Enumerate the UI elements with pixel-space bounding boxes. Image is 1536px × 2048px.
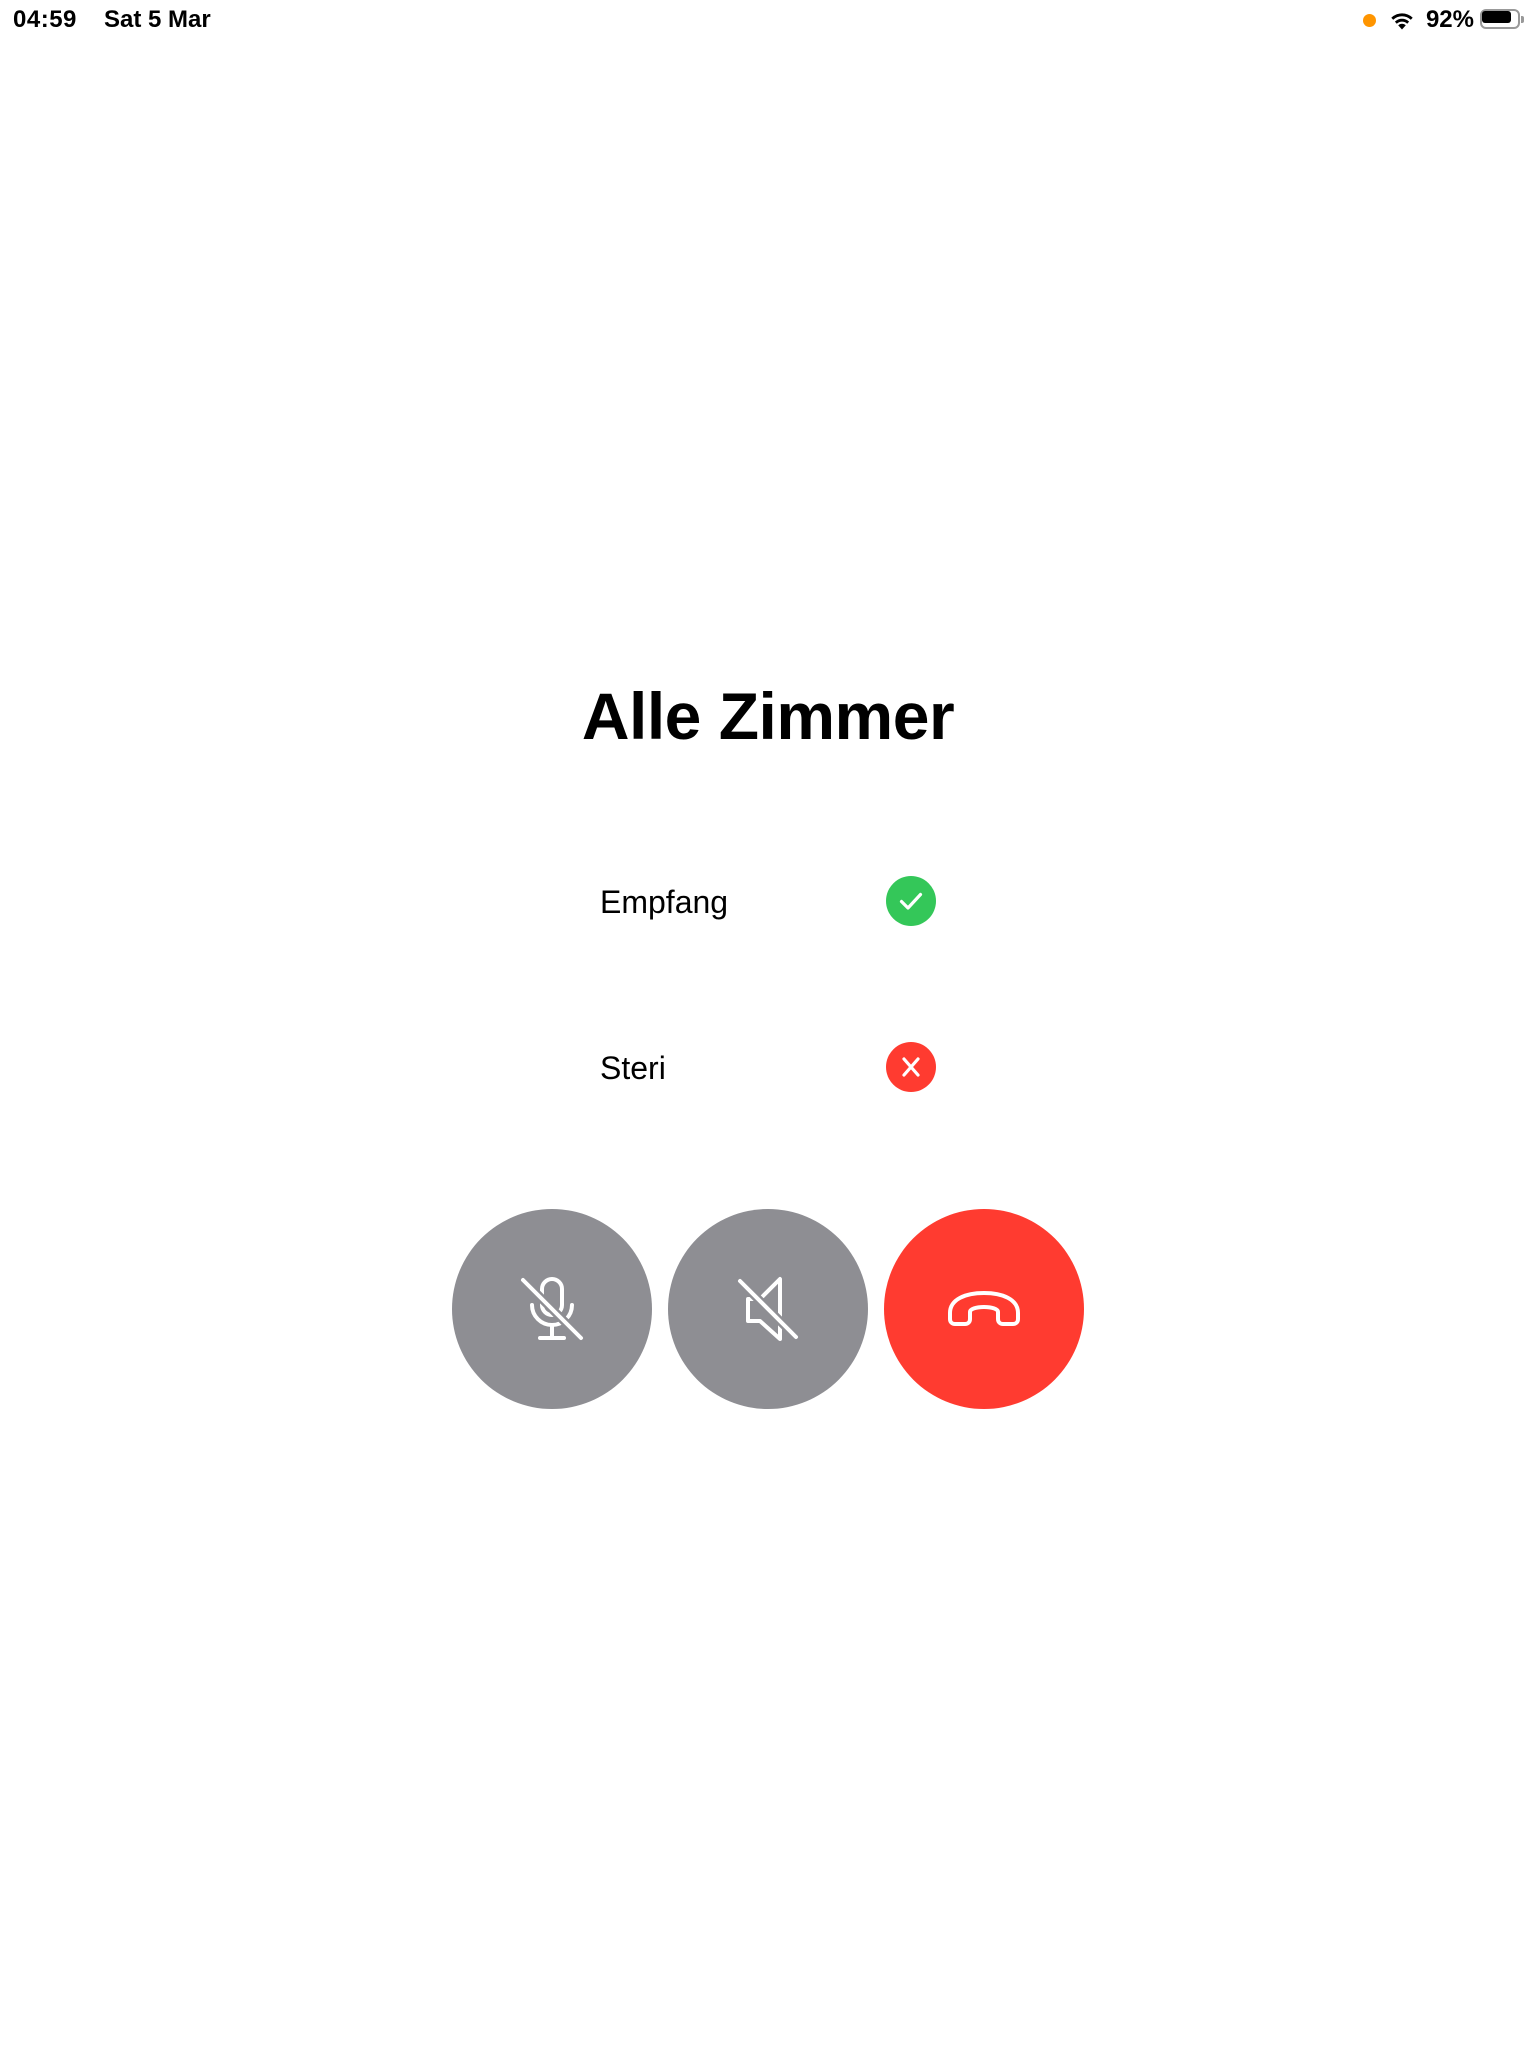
wifi-icon — [1391, 13, 1413, 30]
mute-microphone-button[interactable] — [452, 1209, 652, 1409]
status-indicators: 92% — [1362, 5, 1526, 35]
participant-name: Steri — [600, 1050, 666, 1086]
participant-name: Empfang — [600, 884, 729, 920]
mute-speaker-button[interactable] — [668, 1209, 868, 1409]
participant-row: Empfang — [600, 876, 940, 932]
participant-row: Steri — [600, 1042, 940, 1098]
phone-down-icon — [948, 1291, 1020, 1326]
speaker-slash-icon — [735, 1276, 801, 1342]
call-controls — [452, 1209, 1084, 1409]
battery-icon — [1480, 9, 1526, 31]
battery-percentage: 92% — [1425, 6, 1474, 33]
call-title: Alle Zimmer — [581, 679, 955, 753]
status-time: 04:59 — [13, 6, 77, 33]
privacy-indicator-dot — [1362, 13, 1376, 27]
xmark-icon — [886, 1042, 936, 1092]
status-date: Sat 5 Mar — [104, 6, 211, 33]
checkmark-icon — [886, 876, 936, 926]
status-bar: 04:59 Sat 5 Mar 92% — [0, 0, 1536, 40]
microphone-slash-icon — [518, 1275, 586, 1343]
end-call-button[interactable] — [884, 1209, 1084, 1409]
